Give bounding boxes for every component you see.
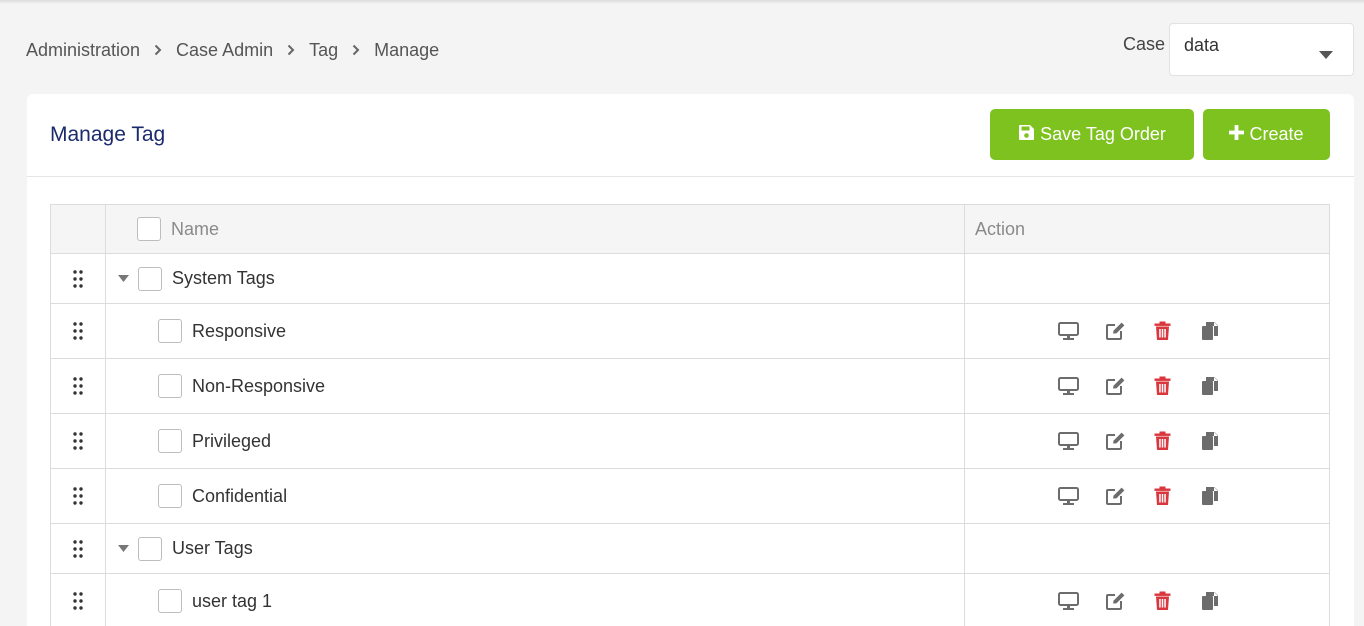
drag-handle-icon[interactable] <box>51 574 106 626</box>
action-icons <box>1058 321 1220 342</box>
action-cell <box>965 524 1329 573</box>
save-tag-order-button[interactable]: Save Tag Order <box>990 109 1194 160</box>
copy-icon[interactable] <box>1199 591 1220 612</box>
save-icon <box>1018 124 1035 146</box>
group-row: System Tags <box>51 254 1329 304</box>
drag-column-header <box>51 205 106 253</box>
breadcrumb-case-admin[interactable]: Case Admin <box>176 40 273 61</box>
tag-label: Privileged <box>192 430 272 451</box>
page-title: Manage Tag <box>50 123 166 146</box>
row-checkbox[interactable] <box>158 319 182 343</box>
name-cell: user tag 1 <box>106 574 965 626</box>
edit-icon[interactable] <box>1105 591 1126 612</box>
group-row: User Tags <box>51 524 1329 574</box>
row-checkbox[interactable] <box>158 374 182 398</box>
manage-tag-card: Manage Tag Save Tag Order Create Name Ac… <box>27 94 1354 626</box>
breadcrumb: Administration Case Admin Tag Manage <box>26 38 439 62</box>
tag-row: Confidential <box>51 469 1329 524</box>
view-icon[interactable] <box>1058 321 1079 342</box>
action-cell <box>965 469 1329 523</box>
name-cell: System Tags <box>106 254 965 303</box>
group-label: User Tags <box>172 538 253 558</box>
case-label: Case <box>1123 34 1166 54</box>
action-cell <box>965 304 1329 358</box>
expand-caret-icon[interactable] <box>116 542 130 556</box>
row-checkbox[interactable] <box>158 429 182 453</box>
action-icons <box>1058 486 1220 507</box>
action-header-label: Action <box>975 218 1026 239</box>
tag-table: Name Action System Tags Responsive Non-Res… <box>50 204 1330 626</box>
row-checkbox[interactable] <box>138 266 162 291</box>
delete-icon[interactable] <box>1152 591 1173 612</box>
copy-icon[interactable] <box>1199 321 1220 342</box>
edit-icon[interactable] <box>1105 321 1126 342</box>
plus-icon <box>1229 124 1245 145</box>
tag-label: Confidential <box>192 485 288 506</box>
drag-handle-icon[interactable] <box>51 524 106 573</box>
copy-icon[interactable] <box>1199 376 1220 397</box>
create-label: Create <box>1249 124 1304 144</box>
chevron-right-icon <box>140 44 176 56</box>
action-cell <box>965 359 1329 413</box>
save-tag-order-label: Save Tag Order <box>1040 124 1166 144</box>
top-shadow <box>0 0 1364 4</box>
view-icon[interactable] <box>1058 431 1079 452</box>
edit-icon[interactable] <box>1105 431 1126 452</box>
tag-row: user tag 1 <box>51 574 1329 626</box>
name-cell: Confidential <box>106 469 965 523</box>
delete-icon[interactable] <box>1152 431 1173 452</box>
name-cell: User Tags <box>106 524 965 573</box>
breadcrumb-manage: Manage <box>374 39 440 60</box>
action-icons <box>1058 376 1220 397</box>
breadcrumb-administration[interactable]: Administration <box>26 40 140 61</box>
table-header: Name Action <box>51 205 1329 254</box>
tag-label: user tag 1 <box>192 590 273 611</box>
name-cell: Non-Responsive <box>106 359 965 413</box>
chevron-right-icon <box>338 44 374 56</box>
name-cell: Responsive <box>106 304 965 358</box>
view-icon[interactable] <box>1058 591 1079 612</box>
group-label: System Tags <box>172 268 275 288</box>
action-cell <box>965 574 1329 626</box>
drag-handle-icon[interactable] <box>51 414 106 468</box>
select-all-checkbox[interactable] <box>137 217 161 241</box>
edit-icon[interactable] <box>1105 486 1126 507</box>
drag-handle-icon[interactable] <box>51 254 106 303</box>
view-icon[interactable] <box>1058 486 1079 507</box>
action-column-header: Action <box>965 205 1329 253</box>
case-select-value: data <box>1184 35 1220 55</box>
edit-icon[interactable] <box>1105 376 1126 397</box>
create-button[interactable]: Create <box>1203 109 1330 160</box>
drag-handle-icon[interactable] <box>51 304 106 358</box>
tag-row: Non-Responsive <box>51 359 1329 414</box>
copy-icon[interactable] <box>1199 486 1220 507</box>
caret-down-icon <box>1319 43 1333 64</box>
expand-caret-icon[interactable] <box>116 272 130 286</box>
name-header-label: Name <box>171 218 220 239</box>
breadcrumb-tag[interactable]: Tag <box>309 40 338 61</box>
action-icons <box>1058 591 1220 612</box>
delete-icon[interactable] <box>1152 321 1173 342</box>
row-checkbox[interactable] <box>158 589 182 613</box>
action-cell <box>965 414 1329 468</box>
view-icon[interactable] <box>1058 376 1079 397</box>
action-icons <box>1058 431 1220 452</box>
copy-icon[interactable] <box>1199 431 1220 452</box>
card-divider <box>27 176 1354 177</box>
delete-icon[interactable] <box>1152 376 1173 397</box>
row-checkbox[interactable] <box>138 536 162 561</box>
tag-row: Privileged <box>51 414 1329 469</box>
name-column-header: Name <box>106 205 965 253</box>
row-checkbox[interactable] <box>158 484 182 508</box>
tag-label: Non-Responsive <box>192 375 326 396</box>
tag-label: Responsive <box>192 320 287 341</box>
case-select[interactable]: data <box>1169 23 1354 76</box>
chevron-right-icon <box>273 44 309 56</box>
tag-row: Responsive <box>51 304 1329 359</box>
action-cell <box>965 254 1329 303</box>
name-cell: Privileged <box>106 414 965 468</box>
delete-icon[interactable] <box>1152 486 1173 507</box>
drag-handle-icon[interactable] <box>51 469 106 523</box>
drag-handle-icon[interactable] <box>51 359 106 413</box>
